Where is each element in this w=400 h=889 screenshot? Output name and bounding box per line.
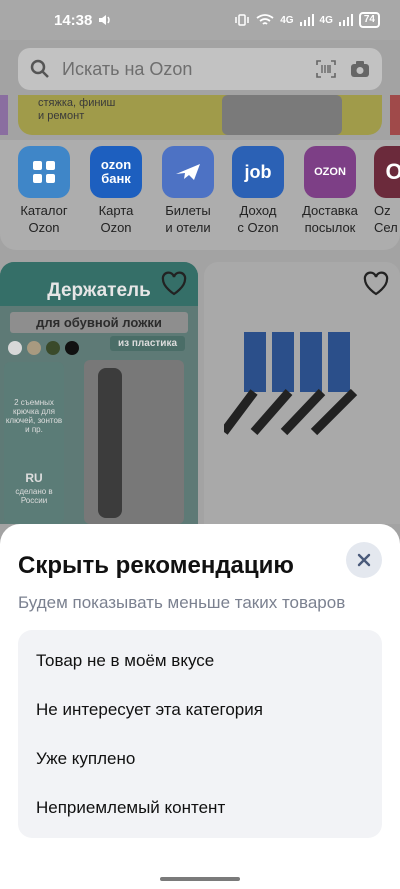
- category-label-line1: Билеты: [165, 203, 211, 218]
- seller-icon: O: [374, 146, 400, 198]
- category-label-line2: и отели: [165, 220, 211, 235]
- category-label-line2: с Ozon: [237, 220, 279, 235]
- search-bar[interactable]: Искать на Ozon: [18, 48, 382, 90]
- swatch-white: [8, 341, 22, 355]
- panel-text: 2 съемных крючка для ключей, зонтов и пр…: [5, 398, 63, 434]
- category-label-line2: посылок: [304, 220, 356, 235]
- product-subheading: для обувной ложки: [10, 312, 188, 333]
- category-label-line1: Доставка: [302, 203, 358, 218]
- product-info-panel: 2 съемных крючка для ключей, зонтов и пр…: [4, 362, 64, 524]
- network-type-a: 4G: [280, 14, 294, 26]
- banner-edge-left: [0, 95, 8, 135]
- product-image-hook: [84, 360, 184, 524]
- option-already-bought[interactable]: Уже куплено: [18, 734, 382, 783]
- volume-icon: [99, 15, 111, 25]
- category-label-line2: Ozon: [28, 220, 60, 235]
- network-type-b: 4G: [319, 14, 333, 26]
- option-inappropriate-content[interactable]: Неприемлемый контент: [18, 783, 382, 832]
- category-job[interactable]: job Доход с Ozon: [222, 146, 294, 236]
- search-placeholder[interactable]: Искать на Ozon: [62, 59, 302, 80]
- panel-ru: RU: [25, 471, 43, 485]
- product-card-holder[interactable]: Держатель для обувной ложки из пластика …: [0, 262, 198, 524]
- barcode-scan-icon[interactable]: [316, 60, 336, 78]
- status-time: 14:38: [54, 11, 93, 29]
- job-icon: job: [232, 146, 284, 198]
- search-icon: [30, 59, 49, 78]
- category-seller[interactable]: O Oz Сел: [366, 146, 400, 236]
- sheet-subtitle: Будем показывать меньше таких товаров: [18, 593, 346, 612]
- favorite-heart-icon[interactable]: [160, 270, 188, 298]
- swatch-beige: [27, 341, 41, 355]
- category-label-line2: Сел: [374, 220, 398, 235]
- promo-banner[interactable]: стяжка, финиш и ремонт: [18, 95, 382, 135]
- material-tag: из пластика: [110, 336, 186, 351]
- option-not-my-taste[interactable]: Товар не в моём вкусе: [18, 636, 382, 685]
- sheet-title: Скрыть рекомендацию: [18, 552, 294, 579]
- favorite-heart-icon[interactable]: [362, 270, 390, 298]
- panel-made: сделано в России: [15, 487, 53, 505]
- category-label-line2: Ozon: [100, 220, 132, 235]
- option-not-interested-category[interactable]: Не интересует эта категория: [18, 685, 382, 734]
- product-image-coils: [224, 332, 358, 436]
- close-button[interactable]: [346, 542, 382, 578]
- category-tickets[interactable]: Билеты и отели: [152, 146, 224, 236]
- status-bar: 14:38 4G 4G 74: [0, 0, 400, 40]
- swatch-green: [46, 341, 60, 355]
- swatch-black: [65, 341, 79, 355]
- category-card[interactable]: ozon банк Карта Ozon: [80, 146, 152, 236]
- reason-options: Товар не в моём вкусе Не интересует эта …: [18, 630, 382, 838]
- signal-icon: [299, 14, 314, 26]
- hide-recommendation-sheet: Скрыть рекомендацию Будем показывать мен…: [0, 524, 400, 889]
- wifi-icon: [256, 13, 274, 25]
- ozon-bank-icon: ozon банк: [90, 146, 142, 198]
- banner-image: [222, 95, 342, 135]
- catalog-icon: [18, 146, 70, 198]
- category-label-line1: Карта: [98, 203, 134, 218]
- category-catalog[interactable]: Каталог Ozon: [8, 146, 80, 236]
- category-label-line1: Доход: [239, 203, 277, 218]
- signal-icon-2: [338, 14, 353, 26]
- product-card-ignition-coils[interactable]: [204, 262, 400, 524]
- airplane-icon: [162, 146, 214, 198]
- camera-icon[interactable]: [350, 60, 370, 78]
- vibrate-icon: [235, 14, 249, 26]
- category-label-line1: Oz: [374, 203, 391, 218]
- close-icon: [357, 553, 371, 567]
- battery-indicator: 74: [358, 12, 380, 28]
- home-indicator[interactable]: [160, 877, 240, 881]
- category-delivery[interactable]: OZON Доставка посылок: [294, 146, 366, 236]
- delivery-box-icon: OZON: [304, 146, 356, 198]
- quick-categories: Каталог Ozon ozon банк Карта Ozon Билеты…: [0, 140, 400, 250]
- category-label-line1: Каталог: [20, 203, 68, 218]
- banner-edge-right: [390, 95, 400, 135]
